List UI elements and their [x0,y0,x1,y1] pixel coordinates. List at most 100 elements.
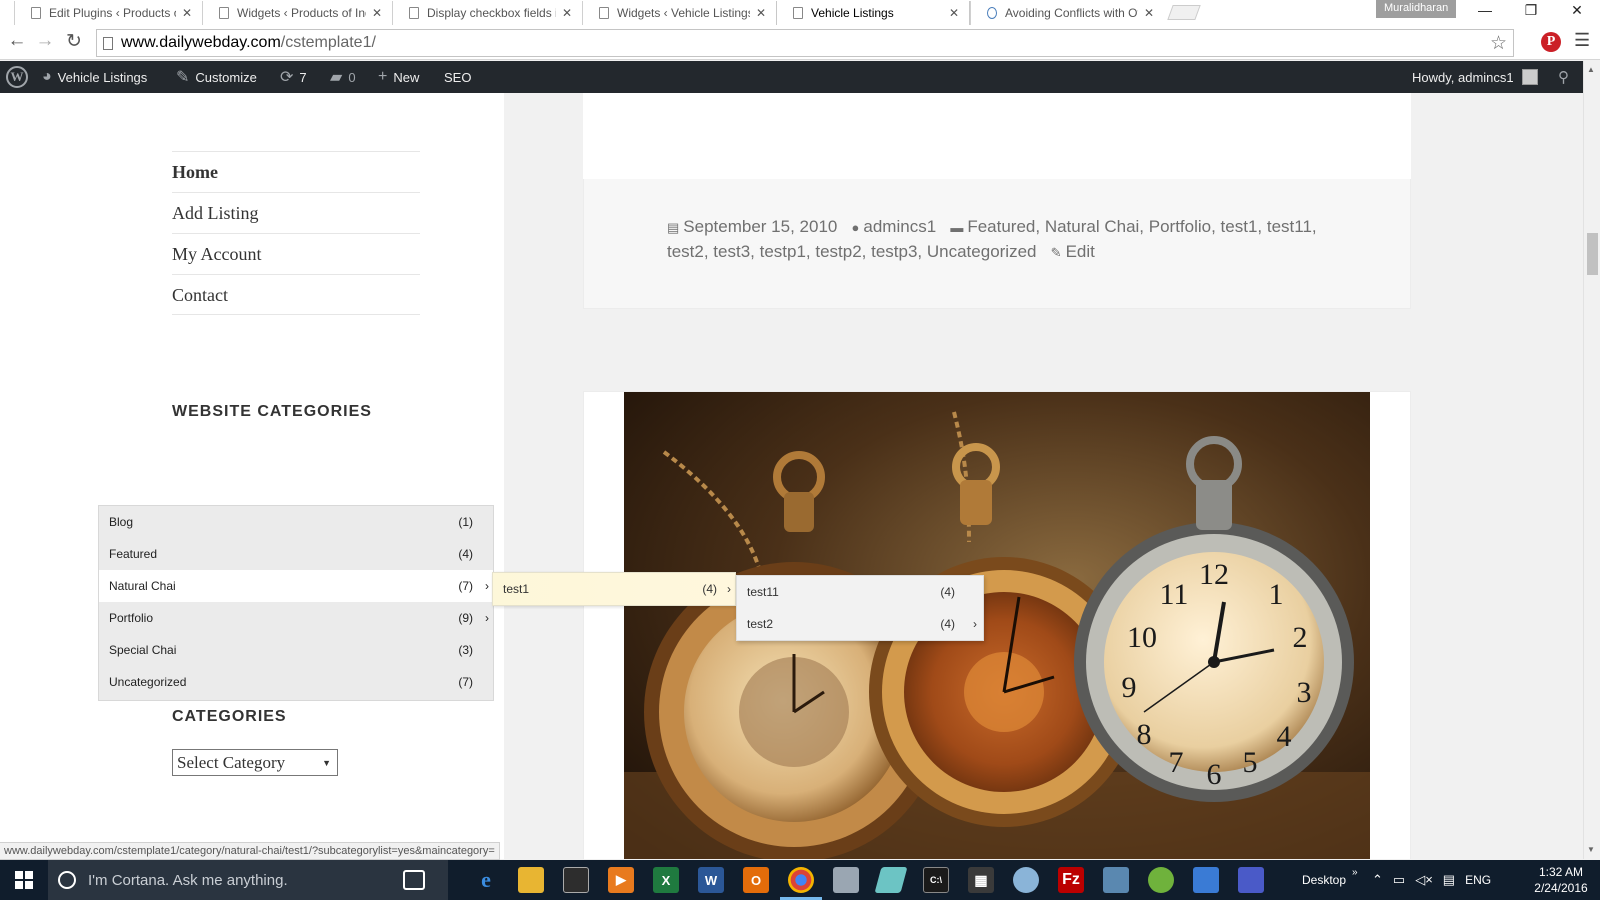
language-indicator[interactable]: ENG [1465,873,1491,887]
pencil-icon: ✎ [1050,245,1062,260]
notes-icon[interactable] [874,867,908,893]
media-player-icon[interactable]: ▶ [608,867,634,893]
menu-item-contact[interactable]: Contact [172,274,420,315]
site-name-link[interactable]: ◕ Vehicle Listings [42,61,147,93]
edge-icon[interactable]: e [473,867,499,893]
category-name: Natural Chai [109,579,176,593]
word-icon[interactable]: W [698,867,724,893]
taskbar-clock[interactable]: 1:32 AM 2/24/2016 [1528,864,1594,896]
page-viewport: Home Add Listing My Account Contact WEBS… [0,93,1583,859]
minimize-button[interactable]: — [1462,2,1508,18]
customize-link[interactable]: ✎ Customize [176,61,257,93]
network-icon[interactable]: ▭ [1393,872,1405,888]
task-view-icon[interactable] [403,870,425,890]
browser-tab[interactable]: Edit Plugins ‹ Products of I ✕ [14,1,202,25]
bookmark-star-icon[interactable]: ☆ [1490,32,1507,55]
store-icon[interactable] [563,867,589,893]
comments-link[interactable]: ▰ 0 [330,61,356,93]
desktop-toolbar[interactable]: Desktop » [1302,860,1358,900]
menu-item-my-account[interactable]: My Account [172,233,420,274]
close-icon[interactable]: ✕ [756,6,766,20]
category-name: test1 [503,582,530,596]
close-icon[interactable]: ✕ [182,6,192,20]
submenu-item-test11[interactable]: test11 (4) [737,576,983,608]
category-item-uncategorized[interactable]: Uncategorized (7) [99,666,493,698]
customize-label: Customize [195,69,257,85]
avatar [1521,69,1538,85]
search-icon[interactable]: ⚲ [1558,61,1575,93]
category-item-featured[interactable]: Featured (4) [99,538,493,570]
browser-tab[interactable]: Avoiding Conflicts with Ot ✕ [970,1,1164,25]
filezilla-icon[interactable]: Fz [1058,867,1084,893]
browser-tab-active[interactable]: Vehicle Listings ✕ [776,1,970,25]
browser-tab[interactable]: Widgets ‹ Products of Indi ✕ [202,1,392,25]
excel-icon[interactable]: X [653,867,679,893]
image-viewer-icon[interactable] [833,867,859,893]
svg-text:7: 7 [1169,746,1184,779]
submenu-item-test2[interactable]: test2 (4) › [737,608,983,640]
cortana-search-box[interactable]: I'm Cortana. Ask me anything. [48,860,448,900]
volume-mute-icon[interactable]: ◁× [1415,872,1433,888]
menu-item-add-listing[interactable]: Add Listing [172,192,420,233]
page-icon [599,7,609,19]
browser-menu-icon[interactable]: ☰ [1574,30,1590,51]
new-content-link[interactable]: + New [378,61,419,93]
chrome-icon[interactable] [780,867,822,900]
category-name: Special Chai [109,643,177,657]
command-prompt-icon[interactable]: C:\ [923,867,949,893]
browser-tab[interactable]: Display checkbox fields in ✕ [392,1,582,25]
calculator-icon[interactable]: ▦ [968,867,994,893]
link-status-bar: www.dailywebday.com/cstemplate1/category… [0,842,500,860]
android-studio-icon[interactable] [1148,867,1174,893]
start-button[interactable] [0,860,48,900]
wordpress-logo-icon[interactable]: W [6,61,28,93]
updates-link[interactable]: ⟳ 7 [280,61,307,93]
window-close-button[interactable]: ✕ [1554,2,1600,19]
updates-icon: ⟳ [280,69,294,86]
remote-desktop-icon[interactable] [1193,867,1219,893]
scroll-down-icon[interactable]: ▼ [1587,845,1595,854]
server-icon[interactable] [1103,867,1129,893]
scroll-up-icon[interactable]: ▲ [1587,65,1595,74]
svg-text:2: 2 [1293,621,1308,654]
category-item-special-chai[interactable]: Special Chai (3) [99,634,493,666]
network-tool-icon[interactable] [1013,867,1039,893]
file-explorer-icon[interactable] [518,867,544,893]
seo-link[interactable]: SEO [444,61,471,93]
close-icon[interactable]: ✕ [1144,6,1154,20]
network-connections-icon[interactable] [1238,867,1264,893]
my-account-link[interactable]: Howdy, admincs1 [1412,61,1538,93]
new-tab-button[interactable] [1167,5,1201,20]
category-item-portfolio[interactable]: Portfolio (9) › [99,602,493,634]
browser-tab[interactable]: Widgets ‹ Vehicle Listings ✕ [582,1,776,25]
close-icon[interactable]: ✕ [562,6,572,20]
close-icon[interactable]: ✕ [372,6,382,20]
post-edit-link[interactable]: Edit [1066,242,1095,261]
category-count: (7) [458,675,473,689]
post-date-link[interactable]: September 15, 2010 [683,217,837,236]
tray-expand-icon[interactable]: ⌃ [1372,872,1383,888]
submenu-item-test1[interactable]: test1 (4) › [492,572,736,606]
forward-icon[interactable]: → [33,30,57,52]
post-author-link[interactable]: admincs1 [863,217,936,236]
restore-button[interactable]: ❐ [1508,2,1554,19]
profile-badge[interactable]: Muralidharan [1376,0,1457,18]
outlook-icon[interactable]: O [743,867,769,893]
scroll-thumb[interactable] [1587,233,1598,275]
close-icon[interactable]: ✕ [949,6,959,20]
reload-icon[interactable]: ↻ [62,30,86,53]
category-select[interactable]: Select Category ▼ [172,749,338,776]
category-name: Featured [109,547,158,561]
category-item-blog[interactable]: Blog (1) [99,506,493,538]
category-item-natural-chai[interactable]: Natural Chai (7) › [99,570,493,602]
sidebar: Home Add Listing My Account Contact WEBS… [0,93,504,859]
clock-date: 2/24/2016 [1534,881,1588,895]
back-icon[interactable]: ← [5,30,29,52]
address-bar[interactable]: www.dailywebday.com/cstemplate1/ ☆ [96,29,1514,57]
menu-item-home[interactable]: Home [172,151,420,192]
svg-text:9: 9 [1122,671,1137,704]
category-name: test2 [747,617,774,631]
pinterest-extension-icon[interactable]: P [1541,32,1561,52]
page-scrollbar[interactable]: ▲ ▼ [1583,61,1600,859]
action-center-icon[interactable]: ▤ [1443,872,1455,888]
